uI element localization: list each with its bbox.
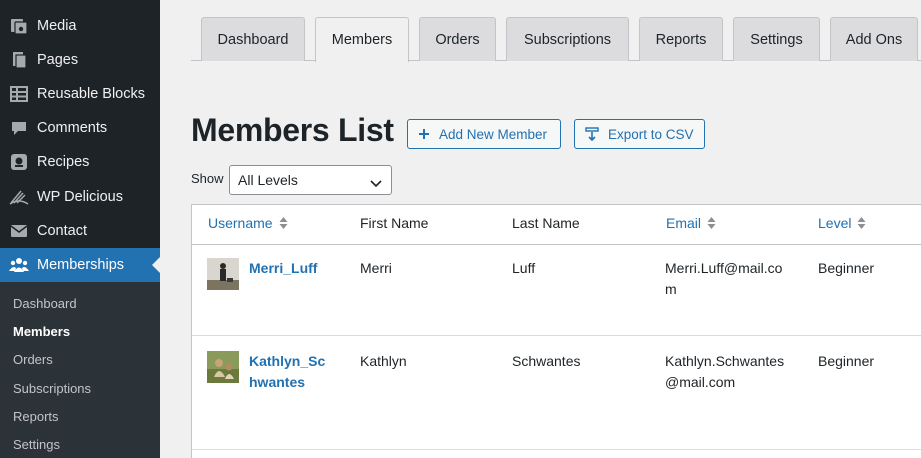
- email-line: m: [665, 281, 677, 297]
- menu-item-comments[interactable]: Comments: [0, 111, 160, 145]
- submenu-reports[interactable]: Reports: [13, 409, 59, 424]
- menu-item-memberships[interactable]: Memberships: [0, 248, 160, 282]
- column-header-username[interactable]: Username: [208, 215, 288, 231]
- pages-icon: [9, 50, 29, 70]
- menu-label: Pages: [37, 52, 79, 68]
- sort-icon: [707, 216, 716, 230]
- submenu-dashboard[interactable]: Dashboard: [13, 296, 77, 311]
- column-header-label: Username: [208, 215, 273, 231]
- reusable-blocks-icon: [9, 84, 29, 104]
- tab-orders[interactable]: Orders: [419, 17, 496, 61]
- page-title: Members List: [191, 112, 394, 148]
- level-cell: Beginner: [818, 353, 875, 369]
- menu-item-media[interactable]: Media: [0, 9, 160, 43]
- add-new-member-label: Add New Member: [439, 126, 548, 142]
- column-header-email[interactable]: Email: [666, 215, 716, 231]
- add-new-member-button[interactable]: Add New Member: [407, 119, 561, 149]
- username-link[interactable]: Kathlyn_Sc hwantes: [249, 351, 325, 393]
- level-filter-select[interactable]: All Levels: [229, 165, 392, 195]
- memberships-submenu: Dashboard Members Orders Subscriptions R…: [0, 282, 160, 458]
- avatar: [207, 351, 239, 383]
- tab-members[interactable]: Members: [315, 17, 409, 62]
- row-divider: [192, 449, 921, 450]
- menu-label: Media: [37, 18, 77, 34]
- media-icon: [9, 16, 29, 36]
- sort-icon: [279, 216, 288, 230]
- avatar: [207, 258, 239, 290]
- tab-dashboard[interactable]: Dashboard: [201, 17, 305, 61]
- submenu-subscriptions[interactable]: Subscriptions: [13, 381, 91, 396]
- level-cell: Beginner: [818, 260, 875, 276]
- admin-sidebar: Media Pages Reusable Blocks Comments Rec…: [0, 0, 160, 458]
- last-name-cell: Schwantes: [512, 353, 581, 369]
- menu-label: Recipes: [37, 154, 90, 170]
- menu-label: WP Delicious: [37, 189, 123, 205]
- email-line: @mail.com: [665, 374, 736, 390]
- email-cell: Merri.Luff@mail.co m: [665, 258, 782, 300]
- submenu-settings[interactable]: Settings: [13, 437, 60, 452]
- menu-label: Comments: [37, 120, 108, 136]
- show-label: Show: [191, 171, 224, 186]
- menu-label: Memberships: [37, 257, 125, 273]
- export-csv-button[interactable]: Export to CSV: [574, 119, 705, 149]
- memberships-icon: [9, 255, 29, 275]
- submenu-members[interactable]: Members: [13, 324, 70, 339]
- menu-label: Reusable Blocks: [37, 86, 145, 102]
- members-table: Username First Name Last Name Email Leve…: [191, 204, 921, 458]
- tab-settings[interactable]: Settings: [733, 17, 820, 61]
- menu-label: Contact: [37, 223, 87, 239]
- menu-item-wp-delicious[interactable]: WP Delicious: [0, 180, 160, 214]
- chevron-down-icon: [370, 175, 382, 191]
- wp-delicious-icon: [9, 187, 29, 207]
- recipes-icon: [9, 152, 29, 172]
- menu-item-pages[interactable]: Pages: [0, 43, 160, 77]
- plus-icon: [418, 128, 430, 140]
- contact-icon: [9, 221, 29, 241]
- header-divider: [192, 244, 921, 245]
- download-icon: [585, 127, 599, 141]
- username-line: Merri_Luff: [249, 260, 318, 276]
- menu-item-recipes[interactable]: Recipes: [0, 145, 160, 179]
- username-line: Kathlyn_Sc: [249, 353, 326, 369]
- export-csv-label: Export to CSV: [608, 126, 694, 142]
- column-header-label: Level: [818, 215, 852, 231]
- first-name-cell: Merri: [360, 260, 392, 276]
- level-filter-value: All Levels: [238, 172, 298, 188]
- tab-subscriptions[interactable]: Subscriptions: [506, 17, 629, 61]
- submenu-orders[interactable]: Orders: [13, 352, 53, 367]
- column-header-first-name: First Name: [360, 215, 429, 231]
- sort-icon: [857, 216, 866, 230]
- first-name-cell: Kathlyn: [360, 353, 407, 369]
- tab-reports[interactable]: Reports: [639, 17, 723, 61]
- column-header-label: Email: [666, 215, 702, 231]
- column-header-last-name: Last Name: [512, 215, 580, 231]
- comments-icon: [9, 118, 29, 138]
- username-link[interactable]: Merri_Luff: [249, 258, 317, 279]
- email-line: Merri.Luff@mail.co: [665, 260, 783, 276]
- email-cell: Kathlyn.Schwantes @mail.com: [665, 351, 784, 393]
- row-divider: [192, 335, 921, 336]
- column-header-level[interactable]: Level: [818, 215, 866, 231]
- menu-item-reusable-blocks[interactable]: Reusable Blocks: [0, 77, 160, 111]
- username-line: hwantes: [249, 374, 306, 390]
- last-name-cell: Luff: [512, 260, 536, 276]
- menu-item-contact[interactable]: Contact: [0, 214, 160, 248]
- tab-add-ons[interactable]: Add Ons: [830, 17, 918, 61]
- email-line: Kathlyn.Schwantes: [665, 353, 785, 369]
